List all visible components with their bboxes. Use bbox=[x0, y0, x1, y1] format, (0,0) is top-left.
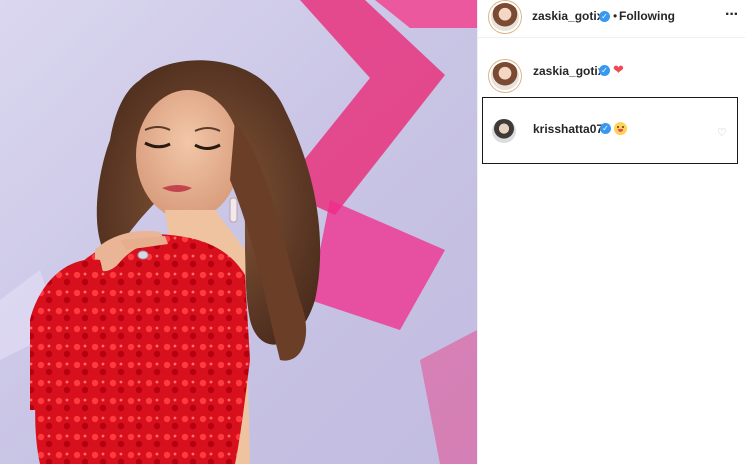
verified-badge-icon: ✓ bbox=[599, 11, 610, 22]
comment-author-avatar[interactable] bbox=[492, 119, 516, 143]
post-image[interactable] bbox=[0, 0, 477, 464]
post-sidebar: zaskia_gotix ✓ • Following ··· zaskia_go… bbox=[477, 0, 745, 464]
post-header: zaskia_gotix ✓ • Following ··· bbox=[478, 0, 745, 38]
like-heart-icon[interactable]: ♡ bbox=[717, 127, 727, 139]
more-horizontal-icon[interactable]: ··· bbox=[725, 7, 739, 23]
verified-badge-icon: ✓ bbox=[599, 65, 610, 76]
verified-badge-icon: ✓ bbox=[600, 123, 611, 134]
author-avatar[interactable] bbox=[491, 3, 519, 31]
header-separator: • bbox=[613, 9, 618, 23]
caption-author-username[interactable]: zaskia_gotix bbox=[533, 64, 604, 78]
following-button[interactable]: Following bbox=[619, 9, 675, 23]
author-username[interactable]: zaskia_gotix bbox=[532, 9, 603, 23]
grinning-face-emoji-icon bbox=[614, 122, 627, 135]
comment-author-username[interactable]: krisshatta07 bbox=[533, 122, 603, 136]
comment-item: krisshatta07 ✓ ♡ bbox=[482, 97, 738, 164]
caption-author-avatar[interactable] bbox=[491, 62, 519, 90]
photo-illustration bbox=[0, 0, 477, 464]
red-heart-emoji: ❤ bbox=[613, 62, 624, 77]
